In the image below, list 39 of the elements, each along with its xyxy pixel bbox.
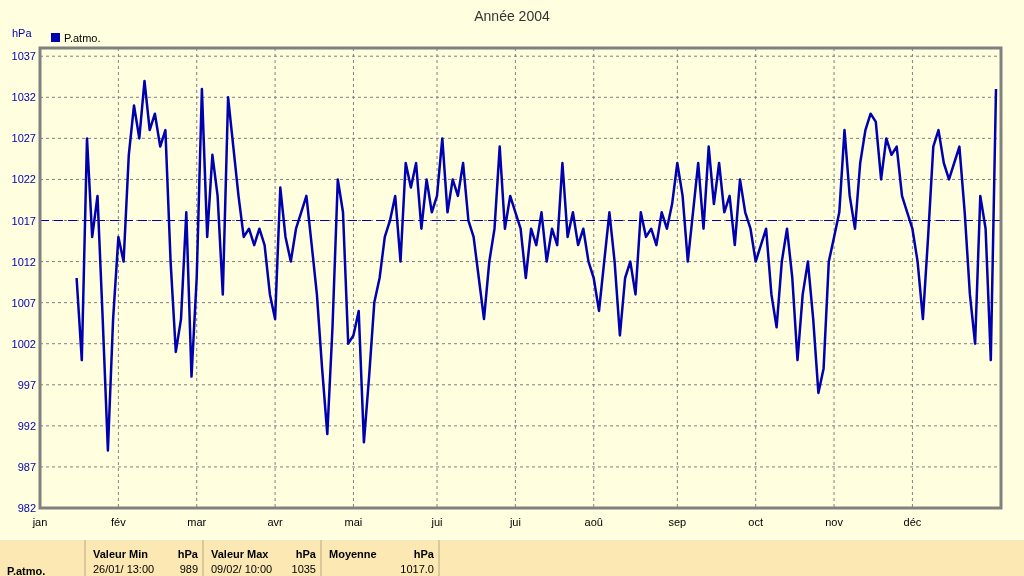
y-tick-label: 1007 <box>11 296 36 309</box>
x-tick-label: jui <box>509 516 521 528</box>
x-tick-label: nov <box>825 516 843 528</box>
x-tick-label: fév <box>111 516 126 528</box>
y-tick-label: 1017 <box>11 214 36 227</box>
y-tick-label: 997 <box>17 378 36 391</box>
legend-label: P.atmo. <box>64 32 101 44</box>
stats-heading: Valeur Max <box>211 547 269 562</box>
stats-heading: Moyenne <box>329 547 377 562</box>
y-tick-label: 1022 <box>11 173 36 186</box>
chart-title: Année 2004 <box>474 8 550 24</box>
y-tick-label: 1002 <box>11 337 36 350</box>
x-tick-label: avr <box>267 516 283 528</box>
stats-unit: hPa <box>295 547 316 562</box>
y-tick-label: 1027 <box>11 132 36 145</box>
x-tick-label: jan <box>32 516 48 528</box>
stats-unit: hPa <box>177 547 198 562</box>
stats-value: 1017.0 <box>400 562 434 576</box>
stats-date: 09/02/ 10:00 <box>211 562 273 576</box>
stats-heading: Valeur Min <box>93 547 149 562</box>
y-tick-label: 992 <box>17 419 36 432</box>
x-tick-label: mar <box>187 516 207 528</box>
x-tick-label: mai <box>344 516 363 528</box>
x-tick-label: aoû <box>584 516 603 528</box>
x-tick-label: jui <box>431 516 443 528</box>
x-tick-label: sep <box>668 516 687 528</box>
y-tick-label: 1032 <box>11 91 36 104</box>
stats-value: 989 <box>179 562 198 576</box>
x-tick-label: déc <box>903 516 922 528</box>
y-tick-label: 987 <box>17 460 36 473</box>
x-tick-label: oct <box>748 516 764 528</box>
stats-row-label: P.atmo. <box>7 565 47 576</box>
axis-unit: hPa <box>12 27 32 39</box>
y-tick-label: 1037 <box>11 50 36 63</box>
stats-date: 26/01/ 13:00 <box>93 562 155 576</box>
stats-unit: hPa <box>413 547 434 562</box>
y-tick-label: 982 <box>17 502 36 514</box>
y-tick-label: 1012 <box>11 255 36 268</box>
stats-value: 1035 <box>291 562 316 576</box>
